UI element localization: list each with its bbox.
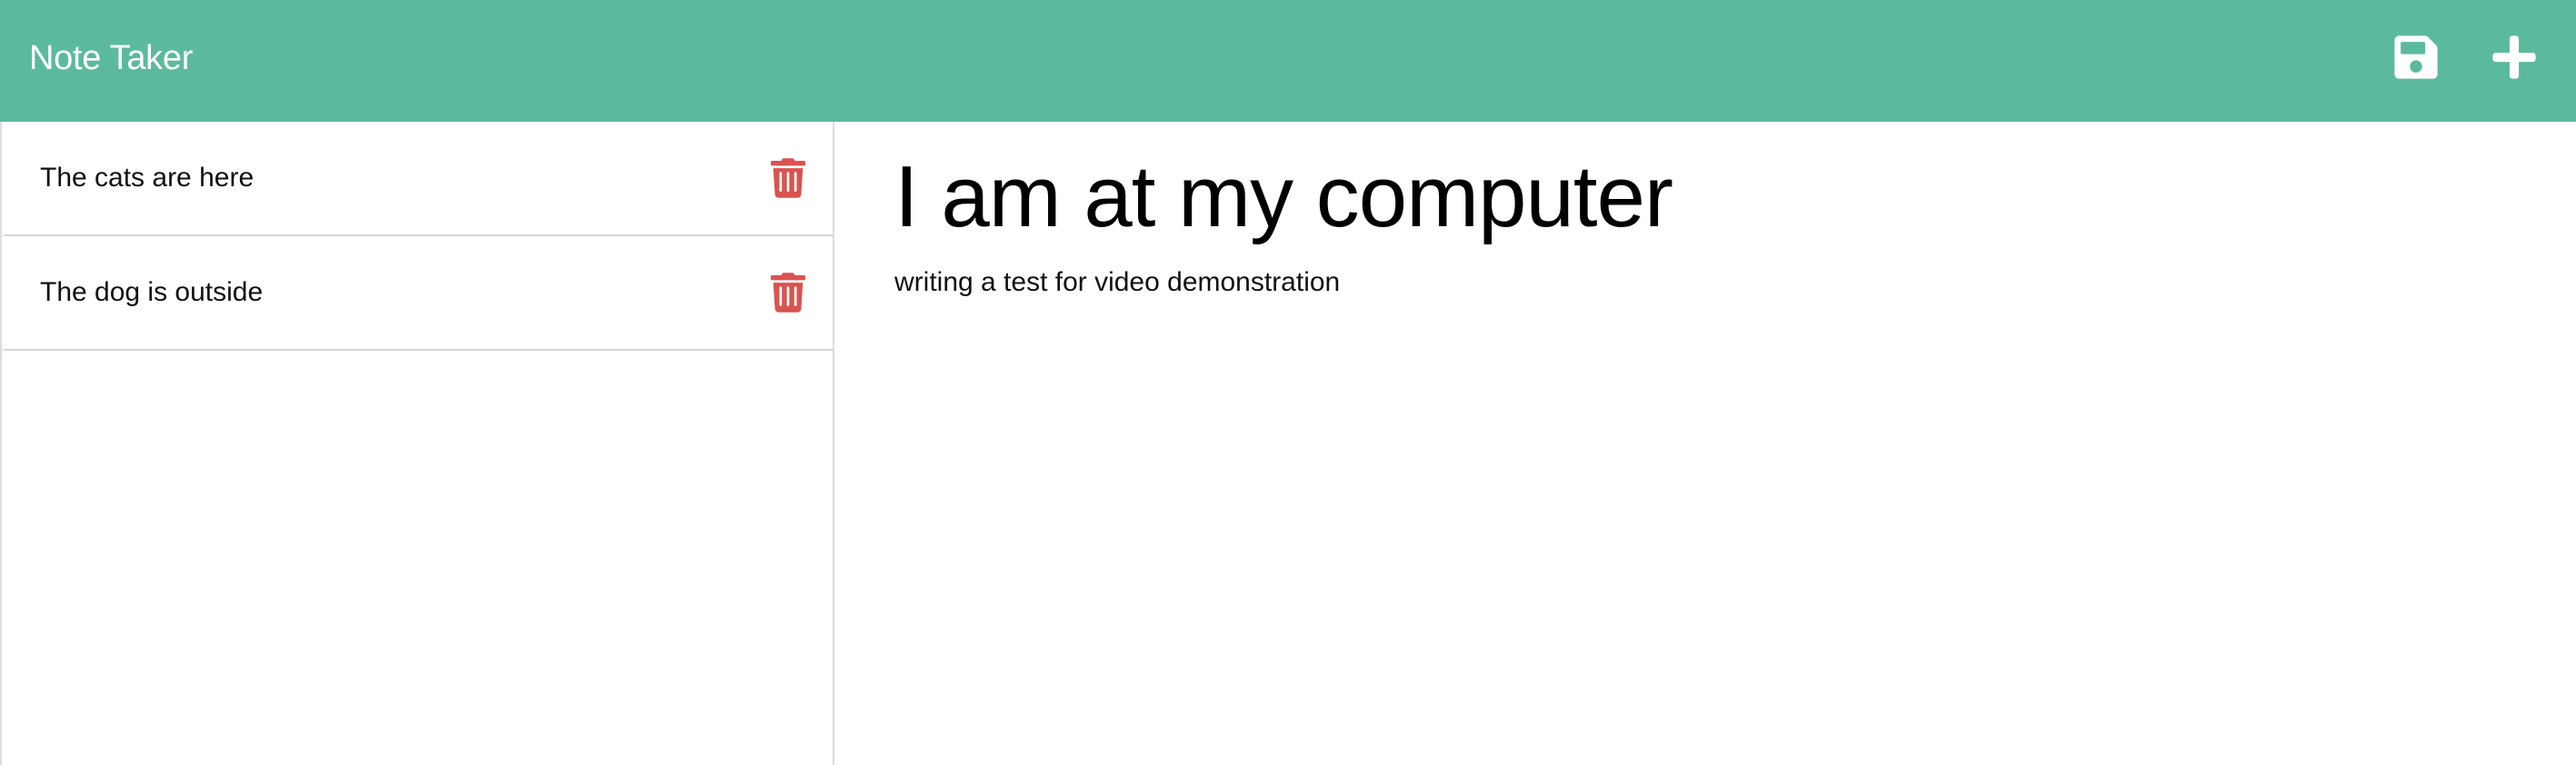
list-item[interactable]: The dog is outside: [4, 236, 834, 351]
list-item[interactable]: The cats are here: [4, 122, 834, 236]
plus-icon: [2492, 35, 2536, 79]
floppy-disk-icon: [2394, 35, 2438, 79]
app-title[interactable]: Note Taker: [29, 0, 193, 116]
new-note-icon[interactable]: [2491, 33, 2538, 82]
note-list-title[interactable]: The cats are here: [40, 122, 254, 234]
note-text-field[interactable]: writing a test for video demonstration: [894, 267, 1340, 298]
note-list: The cats are here The dog is outside: [4, 122, 834, 351]
trash-icon: [771, 158, 805, 198]
navbar: Note Taker: [0, 0, 2576, 122]
trash-icon: [771, 273, 805, 313]
note-list-panel: The cats are here The dog is outside: [0, 122, 834, 765]
note-list-title[interactable]: The dog is outside: [40, 236, 263, 349]
delete-note-icon[interactable]: [771, 273, 805, 313]
note-title-field[interactable]: I am at my computer: [894, 147, 1673, 247]
delete-note-icon[interactable]: [771, 158, 805, 198]
save-note-icon[interactable]: [2392, 33, 2440, 82]
note-editor: I am at my computer writing a test for v…: [834, 122, 2576, 765]
